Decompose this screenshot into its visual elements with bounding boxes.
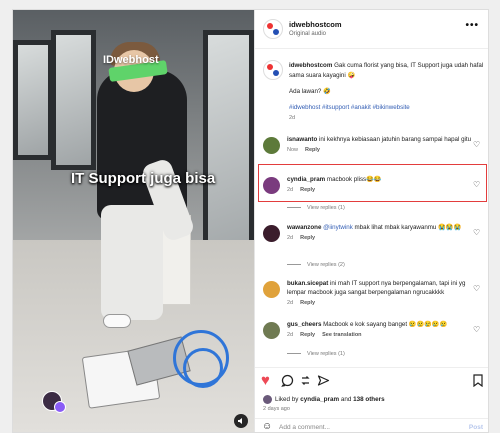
comment-like-icon[interactable]: ♡ [473, 285, 481, 293]
window-right [203, 30, 254, 270]
share-icon[interactable] [317, 374, 331, 388]
comment-avatar[interactable] [263, 225, 280, 242]
caption-avatar[interactable] [263, 60, 283, 80]
speaker-icon [238, 418, 242, 424]
window-mid [51, 30, 96, 170]
post-date: 2 days ago [263, 406, 290, 412]
comments-scroll[interactable]: idwebhostcom Gak cuma florist yang bisa,… [255, 49, 488, 367]
comment-time: 2d [287, 300, 294, 306]
blue-cable-inner [183, 348, 223, 388]
comment-avatar[interactable] [263, 281, 280, 298]
comment-text: Macbook e kok sayang banget 😢😢😢😢😢 [323, 321, 448, 328]
post-video[interactable]: IDwebhost IT Support juga bisa [13, 10, 254, 432]
comments-panel: idwebhostcom Original audio ••• idwebhos… [254, 10, 488, 432]
post-button[interactable]: Post [469, 424, 483, 431]
see-translation-link[interactable]: See translation [322, 332, 361, 338]
comment-time: Now [287, 147, 299, 153]
liked-by-user[interactable]: cyndia_pram [300, 396, 339, 403]
more-options-icon[interactable]: ••• [465, 20, 479, 31]
comment-avatar[interactable] [263, 322, 280, 339]
reply-button[interactable]: Reply [300, 235, 315, 241]
caption-time: 2d [289, 115, 296, 121]
comment-bubble-icon[interactable] [281, 374, 295, 388]
view-replies-link[interactable]: View replies (1) [287, 205, 345, 211]
emoji-icon[interactable]: ☺ [262, 422, 272, 432]
audio-label[interactable]: Original audio [289, 31, 326, 37]
comment-username[interactable]: wawanzone [287, 224, 321, 231]
comment-avatar[interactable] [263, 177, 280, 194]
window-left [13, 40, 53, 160]
comment-like-icon[interactable]: ♡ [473, 229, 481, 237]
comment-username[interactable]: isnawanto [287, 136, 317, 143]
video-avatar-badge-icon [54, 401, 66, 413]
view-replies-link[interactable]: View replies (2) [287, 262, 345, 268]
post-modal: IDwebhost IT Support juga bisa idwebhost… [12, 9, 489, 433]
view-replies-link[interactable]: View replies (1) [287, 351, 345, 357]
comment-username[interactable]: bukan.sicepat [287, 280, 328, 287]
liked-by-count[interactable]: 138 others [353, 396, 385, 403]
comment-like-icon[interactable]: ♡ [473, 326, 481, 334]
comment-time: 2d [287, 332, 294, 338]
comment-mention[interactable]: @iinytwink [323, 224, 353, 231]
mute-button[interactable] [234, 414, 248, 428]
comment-like-icon[interactable]: ♡ [473, 141, 481, 149]
caption-hashtags[interactable]: #idwebhost #itsupport #anakit #bikinwebs… [289, 103, 485, 113]
action-bar: ♥ Liked by cyndia_pram and 138 others 2 … [255, 367, 488, 432]
comment-like-icon[interactable]: ♡ [473, 181, 481, 189]
comment-avatar[interactable] [263, 137, 280, 154]
add-comment-input[interactable]: Add a comment... [279, 424, 330, 431]
liked-by: Liked by cyndia_pram and 138 others [263, 395, 385, 404]
comment-text: macbook pliss😂😂 [326, 176, 382, 183]
caption-line2: Ada lawan? 🤣 [289, 88, 331, 95]
video-overlay-text: IT Support juga bisa [71, 170, 216, 187]
post-username[interactable]: idwebhostcom [289, 20, 342, 29]
comment-username[interactable]: cyndia_pram [287, 176, 325, 183]
comment-time: 2d [287, 235, 294, 241]
comment-text: mbak lihat mbak karyawanmu 😭😭😭 [354, 224, 462, 231]
liked-by-prefix: Liked by [275, 396, 299, 404]
liked-by-avatar [263, 395, 272, 404]
save-bookmark-icon[interactable] [473, 374, 487, 388]
person-legs [101, 205, 163, 320]
person-shoe [103, 314, 131, 328]
reply-button[interactable]: Reply [300, 187, 315, 193]
post-header: idwebhostcom Original audio ••• [255, 10, 488, 49]
remix-icon[interactable] [299, 374, 313, 388]
profile-avatar[interactable] [263, 19, 283, 39]
reply-button[interactable]: Reply [300, 300, 315, 306]
like-heart-icon[interactable]: ♥ [261, 373, 275, 388]
comment-time: 2d [287, 187, 294, 193]
reply-button[interactable]: Reply [305, 147, 320, 153]
comment-username[interactable]: gus_cheers [287, 321, 321, 328]
add-comment-row: ☺ Add a comment... Post [255, 418, 488, 432]
liked-by-and: and [340, 396, 352, 404]
video-watermark: IDwebhost [103, 54, 159, 66]
comment-text: ini kekhnya kebiasaan jatuhin barang sam… [319, 136, 472, 143]
caption-username[interactable]: idwebhostcom [289, 62, 332, 69]
reply-button[interactable]: Reply [300, 332, 315, 338]
